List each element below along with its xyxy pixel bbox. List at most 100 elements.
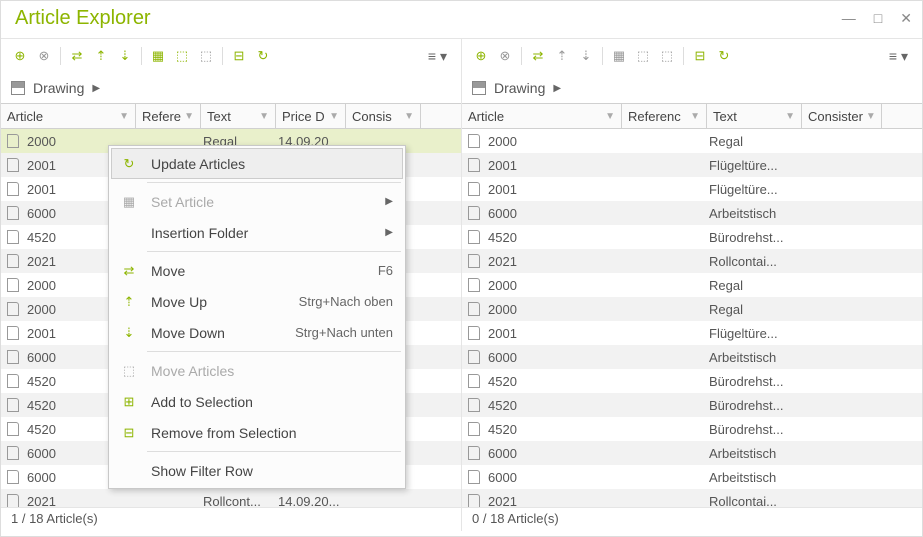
filter-icon[interactable]: ▼ — [329, 111, 339, 122]
swap-icon[interactable]: ⇄ — [66, 45, 88, 67]
col-consistency[interactable]: Consis▼ — [346, 104, 421, 128]
left-breadcrumb[interactable]: Drawing ▶ — [1, 73, 461, 103]
menu-move-up[interactable]: ⇡ Move Up Strg+Nach oben — [111, 286, 403, 317]
menu-update-articles[interactable]: ↻ Update Articles — [111, 148, 403, 179]
document-icon — [468, 374, 480, 388]
context-menu: ↻ Update Articles ▦ Set Article ▶ Insert… — [108, 145, 406, 489]
tool2-icon[interactable]: ⬚ — [656, 45, 678, 67]
tool2-icon[interactable]: ⬚ — [195, 45, 217, 67]
menu-insertion-folder[interactable]: Insertion Folder ▶ — [111, 217, 403, 248]
tool-icon[interactable]: ▦ — [147, 45, 169, 67]
table-row[interactable]: 6000Arbeitstisch — [462, 465, 922, 489]
filter-icon[interactable]: ▼ — [119, 111, 129, 122]
table-row[interactable]: 2001Flügeltüre... — [462, 177, 922, 201]
cell-text: Arbeitstisch — [705, 446, 800, 461]
document-icon — [7, 182, 19, 196]
menu-button[interactable]: ≡ ▾ — [883, 46, 914, 67]
delete-icon[interactable]: ⊗ — [494, 45, 516, 67]
table-row[interactable]: 4520Bürodrehst... — [462, 369, 922, 393]
up-icon[interactable]: ⇡ — [551, 45, 573, 67]
select-icon[interactable]: ⬚ — [171, 45, 193, 67]
set-icon: ▦ — [117, 194, 141, 210]
drawing-icon — [11, 81, 25, 95]
filter-icon[interactable]: ▼ — [259, 111, 269, 122]
document-icon — [7, 134, 19, 148]
table-row[interactable]: 2021Rollcontai... — [462, 249, 922, 273]
add-icon[interactable]: ⊕ — [470, 45, 492, 67]
down-icon[interactable]: ⇣ — [575, 45, 597, 67]
swap-icon: ⇄ — [117, 263, 141, 279]
table-row[interactable]: 2000Regal — [462, 129, 922, 153]
close-button[interactable]: ✕ — [900, 10, 912, 27]
refresh-icon[interactable]: ↻ — [713, 45, 735, 67]
cell-text: Bürodrehst... — [705, 398, 800, 413]
table-row[interactable]: 2000Regal — [462, 273, 922, 297]
down-icon[interactable]: ⇣ — [114, 45, 136, 67]
menu-move-down[interactable]: ⇣ Move Down Strg+Nach unten — [111, 317, 403, 348]
col-consistency[interactable]: Consister▼ — [802, 104, 882, 128]
document-icon — [7, 230, 19, 244]
table-row[interactable]: 2001Flügeltüre... — [462, 153, 922, 177]
tree-icon[interactable]: ⊟ — [689, 45, 711, 67]
table-row[interactable]: 2021Rollcontai... — [462, 489, 922, 507]
up-icon[interactable]: ⇡ — [90, 45, 112, 67]
cell-article: 2000 — [484, 278, 620, 293]
filter-icon[interactable]: ▼ — [690, 111, 700, 122]
menu-add-to-selection[interactable]: ⊞ Add to Selection — [111, 386, 403, 417]
delete-icon[interactable]: ⊗ — [33, 45, 55, 67]
cell-article: 2021 — [23, 494, 134, 508]
add-icon[interactable]: ⊕ — [9, 45, 31, 67]
tool-icon[interactable]: ▦ — [608, 45, 630, 67]
cell-text: Regal — [705, 302, 800, 317]
menu-remove-from-selection[interactable]: ⊟ Remove from Selection — [111, 417, 403, 448]
document-icon — [468, 278, 480, 292]
right-breadcrumb[interactable]: Drawing ▶ — [462, 73, 922, 103]
document-icon — [468, 446, 480, 460]
table-row[interactable]: 4520Bürodrehst... — [462, 417, 922, 441]
col-article[interactable]: Article▼ — [462, 104, 622, 128]
table-row[interactable]: 2021Rollcont...14.09.20... — [1, 489, 461, 507]
swap-icon[interactable]: ⇄ — [527, 45, 549, 67]
filter-icon[interactable]: ▼ — [785, 111, 795, 122]
cell-article: 6000 — [484, 206, 620, 221]
menu-move-articles[interactable]: ⬚ Move Articles — [111, 355, 403, 386]
menu-show-filter-row[interactable]: Show Filter Row — [111, 455, 403, 486]
table-row[interactable]: 2000Regal — [462, 297, 922, 321]
document-icon — [7, 158, 19, 172]
maximize-button[interactable]: □ — [874, 10, 882, 27]
table-row[interactable]: 6000Arbeitstisch — [462, 201, 922, 225]
drawing-icon — [472, 81, 486, 95]
table-row[interactable]: 6000Arbeitstisch — [462, 441, 922, 465]
filter-icon[interactable]: ▼ — [866, 111, 876, 122]
filter-icon[interactable]: ▼ — [404, 111, 414, 122]
cell-text: Bürodrehst... — [705, 374, 800, 389]
table-row[interactable]: 6000Arbeitstisch — [462, 345, 922, 369]
table-row[interactable]: 2001Flügeltüre... — [462, 321, 922, 345]
col-article[interactable]: Article▼ — [1, 104, 136, 128]
cell-text: Rollcontai... — [705, 494, 800, 508]
document-icon — [7, 398, 19, 412]
col-text[interactable]: Text▼ — [707, 104, 802, 128]
table-row[interactable]: 4520Bürodrehst... — [462, 393, 922, 417]
document-icon — [468, 398, 480, 412]
tree-icon[interactable]: ⊟ — [228, 45, 250, 67]
menu-button[interactable]: ≡ ▾ — [422, 46, 453, 67]
col-price-date[interactable]: Price D▼ — [276, 104, 346, 128]
right-grid-body[interactable]: 2000Regal2001Flügeltüre...2001Flügeltüre… — [462, 129, 922, 507]
up-icon: ⇡ — [117, 294, 141, 310]
col-reference[interactable]: Refere▼ — [136, 104, 201, 128]
col-reference[interactable]: Referenc▼ — [622, 104, 707, 128]
window-title: Article Explorer — [15, 7, 151, 30]
document-icon — [7, 350, 19, 364]
menu-set-article[interactable]: ▦ Set Article ▶ — [111, 186, 403, 217]
cell-text: Bürodrehst... — [705, 422, 800, 437]
filter-icon[interactable]: ▼ — [184, 111, 194, 122]
filter-icon[interactable]: ▼ — [605, 111, 615, 122]
col-text[interactable]: Text▼ — [201, 104, 276, 128]
menu-move[interactable]: ⇄ Move F6 — [111, 255, 403, 286]
minimize-button[interactable]: — — [842, 10, 856, 27]
select-icon[interactable]: ⬚ — [632, 45, 654, 67]
refresh-icon[interactable]: ↻ — [252, 45, 274, 67]
table-row[interactable]: 4520Bürodrehst... — [462, 225, 922, 249]
cell-text: Rollcontai... — [705, 254, 800, 269]
